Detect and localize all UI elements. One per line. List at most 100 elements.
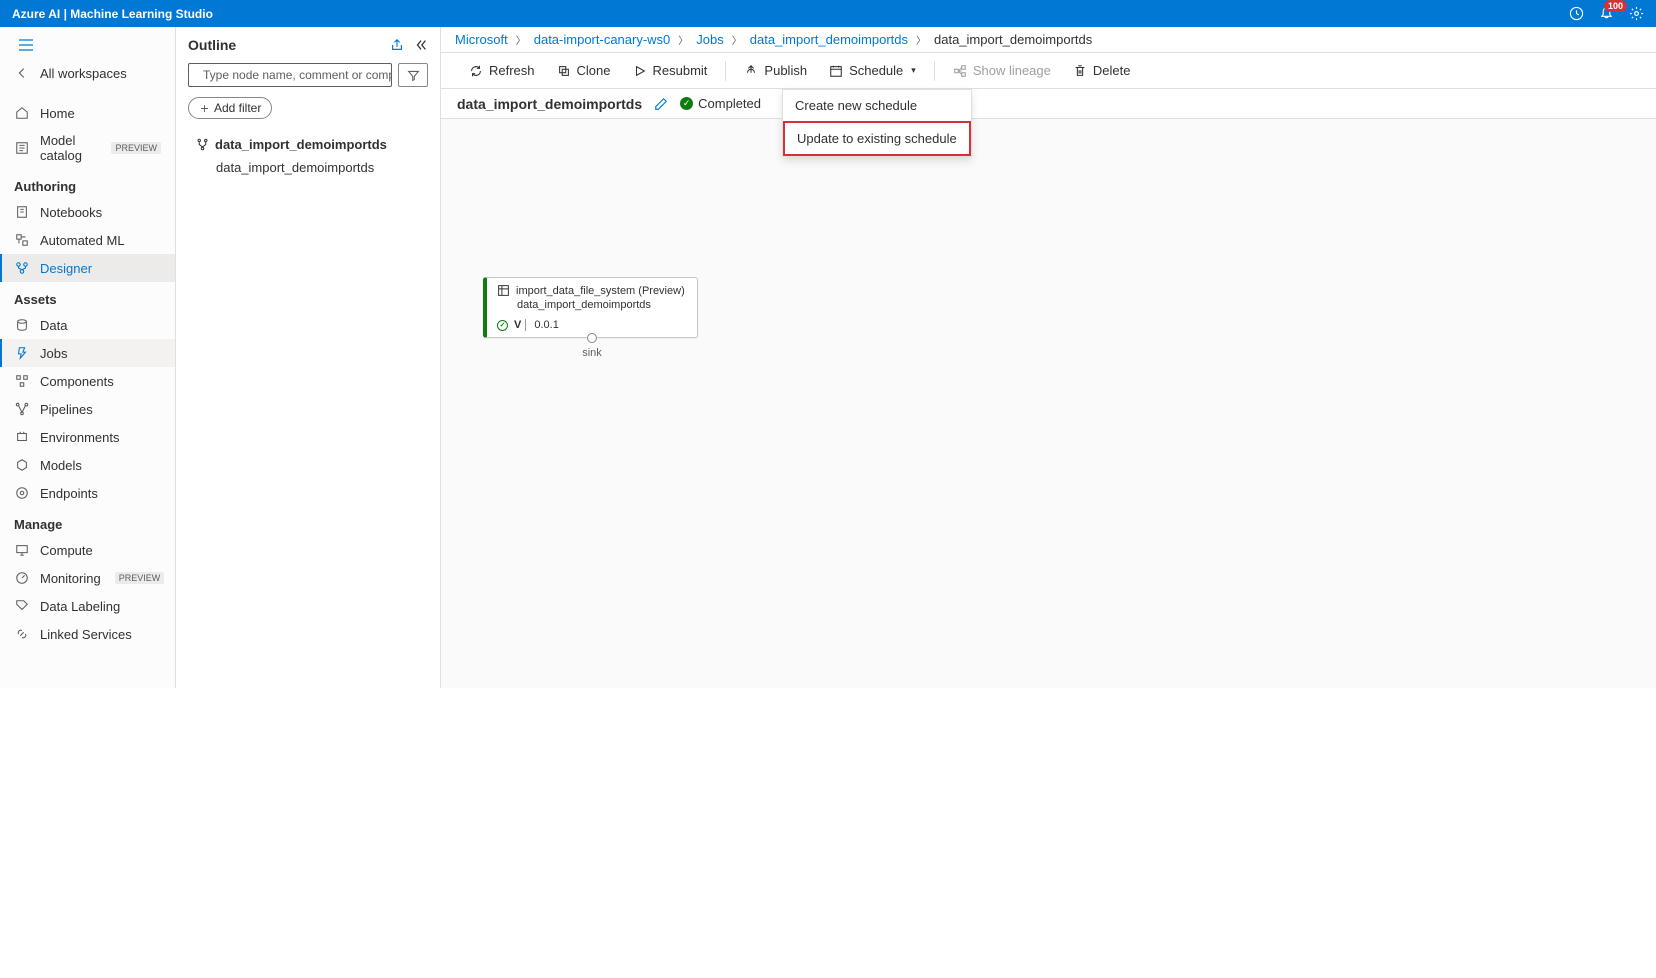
breadcrumb-current: data_import_demoimportds <box>934 32 1092 47</box>
update-schedule-label: Update to existing schedule <box>797 131 957 146</box>
delete-button[interactable]: Delete <box>1063 59 1141 82</box>
preview-badge: PREVIEW <box>111 142 161 154</box>
edit-icon[interactable] <box>654 97 668 111</box>
breadcrumb-workspace[interactable]: data-import-canary-ws0 <box>534 32 671 47</box>
breadcrumb: Microsoft 〉 data-import-canary-ws0 〉 Job… <box>441 27 1656 53</box>
add-filter-button[interactable]: Add filter <box>188 97 272 119</box>
status-label: Completed <box>698 96 761 111</box>
jobs-icon <box>14 345 30 361</box>
publish-label: Publish <box>764 63 807 78</box>
play-icon <box>633 64 647 78</box>
models-icon <box>14 457 30 473</box>
sidebar-item-models[interactable]: Models <box>0 451 175 479</box>
monitoring-icon <box>14 570 30 586</box>
add-filter-label: Add filter <box>214 101 261 115</box>
endpoints-icon <box>14 485 30 501</box>
clone-icon <box>557 64 571 78</box>
lineage-icon <box>953 64 967 78</box>
node-title: import_data_file_system (Preview) <box>516 285 685 297</box>
sidebar-item-compute[interactable]: Compute <box>0 536 175 564</box>
clone-button[interactable]: Clone <box>547 59 621 82</box>
add-filter-icon <box>199 103 210 114</box>
sidebar-item-endpoints[interactable]: Endpoints <box>0 479 175 507</box>
linked-services-label: Linked Services <box>40 627 132 642</box>
schedule-label: Schedule <box>849 63 903 78</box>
clone-label: Clone <box>577 63 611 78</box>
breadcrumb-microsoft[interactable]: Microsoft <box>455 32 508 47</box>
sidebar-item-model-catalog[interactable]: Model catalog PREVIEW <box>0 127 175 169</box>
gear-icon[interactable] <box>1628 6 1644 22</box>
notebooks-label: Notebooks <box>40 205 102 220</box>
all-workspaces-link[interactable]: All workspaces <box>0 59 175 87</box>
share-icon[interactable] <box>390 38 404 52</box>
create-schedule-label: Create new schedule <box>795 98 917 113</box>
collapse-icon[interactable] <box>414 38 428 52</box>
chevron-right-icon: 〉 <box>678 32 688 47</box>
sidebar-item-monitoring[interactable]: Monitoring PREVIEW <box>0 564 175 592</box>
sidebar-item-home[interactable]: Home <box>0 99 175 127</box>
hamburger-icon[interactable] <box>0 35 175 59</box>
sidebar-item-data[interactable]: Data <box>0 311 175 339</box>
sidebar-item-designer[interactable]: Designer <box>0 254 175 282</box>
breadcrumb-jobs[interactable]: Jobs <box>696 32 723 47</box>
update-schedule-item[interactable]: Update to existing schedule <box>783 121 971 156</box>
tree-root-label: data_import_demoimportds <box>215 137 387 152</box>
pipelines-icon <box>14 401 30 417</box>
chevron-right-icon: 〉 <box>732 32 742 47</box>
compute-label: Compute <box>40 543 93 558</box>
sidebar-item-components[interactable]: Components <box>0 367 175 395</box>
linked-services-icon <box>14 626 30 642</box>
schedule-button[interactable]: Schedule ▾ <box>819 59 926 82</box>
components-icon <box>14 373 30 389</box>
environments-label: Environments <box>40 430 119 445</box>
app-title: Azure AI | Machine Learning Studio <box>12 7 213 21</box>
notebook-icon <box>14 204 30 220</box>
notification-badge: 100 <box>1604 0 1627 12</box>
sidebar-item-environments[interactable]: Environments <box>0 423 175 451</box>
tree-child-label: data_import_demoimportds <box>216 160 374 175</box>
publish-icon <box>744 64 758 78</box>
breadcrumb-pipeline[interactable]: data_import_demoimportds <box>750 32 908 47</box>
refresh-button[interactable]: Refresh <box>459 59 545 82</box>
filter-icon <box>407 69 420 82</box>
toolbar-separator <box>934 61 935 81</box>
tree-child-item[interactable]: data_import_demoimportds <box>188 156 428 179</box>
publish-button[interactable]: Publish <box>734 59 817 82</box>
sidebar-item-automl[interactable]: Automated ML <box>0 226 175 254</box>
pipeline-tree-icon <box>196 138 209 151</box>
topbar-actions: 100 <box>1568 6 1644 22</box>
sidebar-item-linked-services[interactable]: Linked Services <box>0 620 175 648</box>
resubmit-button[interactable]: Resubmit <box>623 59 718 82</box>
outline-panel: Outline Type node name, comment or comp.… <box>176 27 441 688</box>
filter-button[interactable] <box>398 63 428 87</box>
outline-title: Outline <box>188 37 236 53</box>
pipeline-canvas[interactable]: import_data_file_system (Preview) data_i… <box>441 119 1656 688</box>
clock-icon[interactable] <box>1568 6 1584 22</box>
search-placeholder: Type node name, comment or comp... <box>203 68 392 82</box>
tree-root-item[interactable]: data_import_demoimportds <box>188 133 428 156</box>
sidebar-item-data-labeling[interactable]: Data Labeling <box>0 592 175 620</box>
node-output-port[interactable] <box>587 333 597 343</box>
environments-icon <box>14 429 30 445</box>
data-labeling-icon <box>14 598 30 614</box>
job-status: ✓ Completed <box>680 96 761 111</box>
resubmit-label: Resubmit <box>653 63 708 78</box>
all-workspaces-label: All workspaces <box>40 66 127 81</box>
job-title-row: data_import_demoimportds ✓ Completed <box>441 89 1656 119</box>
pipeline-node[interactable]: import_data_file_system (Preview) data_i… <box>483 277 698 338</box>
automl-icon <box>14 232 30 248</box>
bell-icon[interactable]: 100 <box>1598 6 1614 22</box>
data-label: Data <box>40 318 67 333</box>
assets-heading: Assets <box>0 282 175 311</box>
sidebar-item-pipelines[interactable]: Pipelines <box>0 395 175 423</box>
monitoring-label: Monitoring <box>40 571 101 586</box>
show-lineage-button: Show lineage <box>943 59 1061 82</box>
sidebar-item-notebooks[interactable]: Notebooks <box>0 198 175 226</box>
authoring-heading: Authoring <box>0 169 175 198</box>
outline-search-input[interactable]: Type node name, comment or comp... <box>188 63 392 87</box>
sidebar-item-jobs[interactable]: Jobs <box>0 339 175 367</box>
calendar-icon <box>829 64 843 78</box>
refresh-icon <box>469 64 483 78</box>
create-schedule-item[interactable]: Create new schedule <box>783 90 971 121</box>
node-status-icon: ✓ <box>497 320 508 331</box>
